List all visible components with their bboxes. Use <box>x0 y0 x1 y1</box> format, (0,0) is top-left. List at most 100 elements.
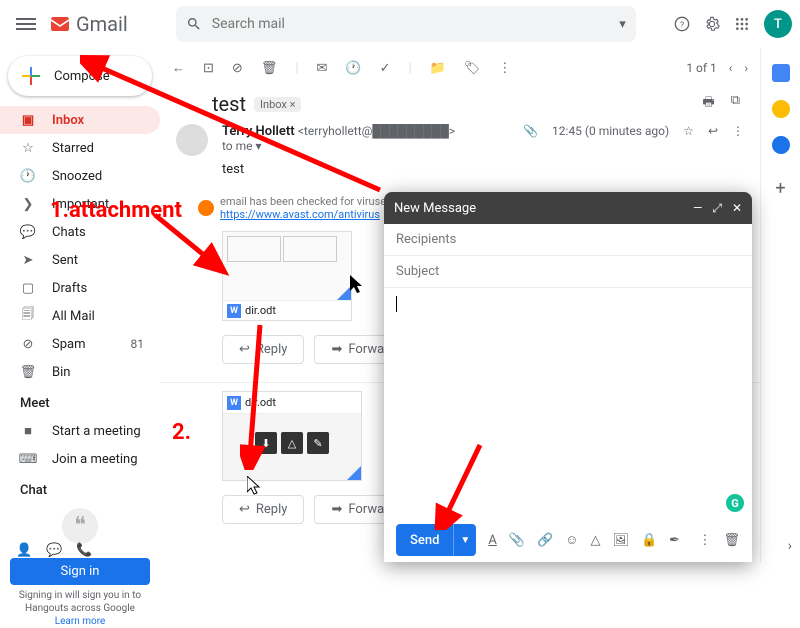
drive-icon[interactable]: △ <box>590 533 600 548</box>
popout-icon[interactable]: ⧉ <box>731 93 740 115</box>
fullscreen-icon[interactable]: ⤢ <box>712 201 722 216</box>
edit-attachment-button[interactable]: ✎ <box>307 432 329 454</box>
sidebar-item-drafts[interactable]: ▢Drafts <box>0 274 160 302</box>
plus-icon <box>20 65 42 87</box>
avast-link[interactable]: https://www.avast.com/antivirus <box>220 208 380 221</box>
compose-body[interactable] <box>384 288 752 518</box>
sidebar-item-starred[interactable]: ☆Starred <box>0 134 160 162</box>
compose-header[interactable]: New Message — ⤢ ✕ <box>384 192 752 224</box>
help-icon[interactable]: ? <box>674 16 690 32</box>
addons-plus-icon[interactable]: + <box>775 178 785 199</box>
join-meeting[interactable]: ⌨Join a meeting <box>0 445 160 473</box>
subject-field[interactable]: Subject <box>384 256 752 288</box>
photo-icon[interactable]: 🖼 <box>612 533 629 548</box>
download-attachment-button[interactable]: ⬇ <box>255 432 277 454</box>
gmail-logo[interactable]: Gmail <box>48 12 128 36</box>
star-icon: ☆ <box>20 141 36 156</box>
settings-icon[interactable] <box>704 16 720 32</box>
account-avatar[interactable]: T <box>764 10 792 38</box>
search-dropdown-icon[interactable]: ▾ <box>619 17 626 32</box>
doc-icon: W <box>227 304 241 318</box>
action-toolbar: ← ⊡ ⊘ 🗑 | ✉ 🕐 ✓ | 📁 🏷 ⋮ 1 of 1 ‹ › <box>160 48 760 88</box>
send-button[interactable]: Send▼ <box>396 524 476 556</box>
discard-icon[interactable]: 🗑 <box>723 533 740 548</box>
more-icon[interactable]: ⋮ <box>498 61 511 76</box>
tasks-icon[interactable] <box>772 136 790 154</box>
reply-button-2[interactable]: ↩ Reply <box>222 495 304 524</box>
sent-icon: ➤ <box>20 253 36 268</box>
move-icon[interactable]: 📁 <box>430 61 446 76</box>
recipients-field[interactable]: Recipients <box>384 224 752 256</box>
insert-link-icon[interactable]: 🔗 <box>537 533 553 548</box>
message-counter: 1 of 1 <box>686 61 716 75</box>
email-more-icon[interactable]: ⋮ <box>732 124 744 138</box>
hamburger-menu[interactable] <box>16 18 36 30</box>
calendar-icon[interactable] <box>772 64 790 82</box>
sidebar-item-inbox[interactable]: ▣Inbox <box>0 106 160 134</box>
svg-text:?: ? <box>680 20 684 30</box>
inbox-chip[interactable]: Inbox × <box>254 97 301 112</box>
delete-icon[interactable]: 🗑 <box>261 61 278 76</box>
attachment-preview-1[interactable]: Wdir.odt <box>222 231 352 321</box>
sender-email: <terryhollett@█████████> <box>298 124 455 138</box>
reply-button[interactable]: ↩ Reply <box>222 335 304 364</box>
person-icon[interactable]: 👤 <box>16 543 32 558</box>
search-bar[interactable]: ▾ <box>176 6 636 42</box>
add-task-icon[interactable]: ✓ <box>380 61 391 76</box>
keep-icon[interactable] <box>772 100 790 118</box>
to-line[interactable]: to me ▾ <box>222 139 262 153</box>
signin-button[interactable]: Sign in <box>10 558 150 585</box>
apps-icon[interactable] <box>734 16 750 32</box>
print-icon[interactable]: 🖶 <box>702 93 714 115</box>
email-time: 12:45 (0 minutes ago) <box>552 124 669 138</box>
mark-unread-icon[interactable]: ✉ <box>317 61 328 76</box>
collapse-sidepanel-icon[interactable]: › <box>788 538 792 554</box>
grammarly-icon[interactable]: G <box>726 494 744 512</box>
learn-more-link[interactable]: Learn more <box>55 616 106 627</box>
formatting-icon[interactable]: A <box>488 533 496 548</box>
archive-icon[interactable]: ⊡ <box>203 61 214 76</box>
next-icon[interactable]: › <box>744 61 748 75</box>
start-meeting[interactable]: ■Start a meeting <box>0 417 160 445</box>
close-icon[interactable]: ✕ <box>732 201 742 216</box>
send-dropdown[interactable]: ▼ <box>453 524 476 556</box>
phone-icon[interactable]: 📞 <box>76 543 92 558</box>
side-panel: + <box>760 48 800 562</box>
snooze-icon[interactable]: 🕐 <box>345 61 361 76</box>
compose-button[interactable]: Compose <box>8 56 152 96</box>
compose-toolbar: Send▼ A 📎 🔗 ☺ △ 🖼 🔒 ✒ ⋮ 🗑 <box>384 518 752 562</box>
sidebar-item-chats[interactable]: 💬Chats <box>0 218 160 246</box>
sidebar-item-sent[interactable]: ➤Sent <box>0 246 160 274</box>
search-icon <box>186 16 202 32</box>
label-icon[interactable]: 🏷 <box>464 61 481 76</box>
pen-icon[interactable]: ✒ <box>669 533 680 548</box>
emoji-icon[interactable]: ☺ <box>565 532 578 548</box>
report-spam-icon[interactable]: ⊘ <box>232 61 243 76</box>
bin-icon: 🗑 <box>20 365 36 380</box>
sender-avatar <box>176 124 208 156</box>
compose-more-icon[interactable]: ⋮ <box>698 533 711 548</box>
keyboard-icon: ⌨ <box>20 452 36 467</box>
sidebar-item-bin[interactable]: 🗑Bin <box>0 358 160 386</box>
star-toggle[interactable]: ☆ <box>683 124 694 138</box>
sidebar-item-allmail[interactable]: 🗐All Mail <box>0 302 160 330</box>
back-icon[interactable]: ← <box>172 60 185 76</box>
allmail-icon: 🗐 <box>20 305 36 327</box>
sidebar-item-spam[interactable]: ⊘Spam81 <box>0 330 160 358</box>
hangouts-chat-icon[interactable]: 💬 <box>46 543 62 558</box>
avast-icon <box>198 200 214 216</box>
confidential-icon[interactable]: 🔒 <box>641 533 657 548</box>
hangouts-footer: 👤 💬 📞 <box>16 543 93 558</box>
sidebar-item-snoozed[interactable]: 🕐Snoozed <box>0 162 160 190</box>
search-input[interactable] <box>212 16 609 32</box>
attach-file-icon[interactable]: 📎 <box>509 533 525 548</box>
sidebar-item-important[interactable]: ❯Important <box>0 190 160 218</box>
save-drive-button[interactable]: △ <box>281 432 303 454</box>
video-icon: ■ <box>20 423 36 439</box>
subject-row: test Inbox × 🖶 ⧉ <box>160 88 760 124</box>
prev-icon[interactable]: ‹ <box>729 61 733 75</box>
attachment-preview-2[interactable]: Wdir.odt ⬇ △ ✎ <box>222 391 362 481</box>
reply-icon[interactable]: ↩ <box>708 124 718 138</box>
minimize-icon[interactable]: — <box>693 201 702 216</box>
sender-row: Terry Hollett <terryhollett@█████████> t… <box>160 124 760 156</box>
